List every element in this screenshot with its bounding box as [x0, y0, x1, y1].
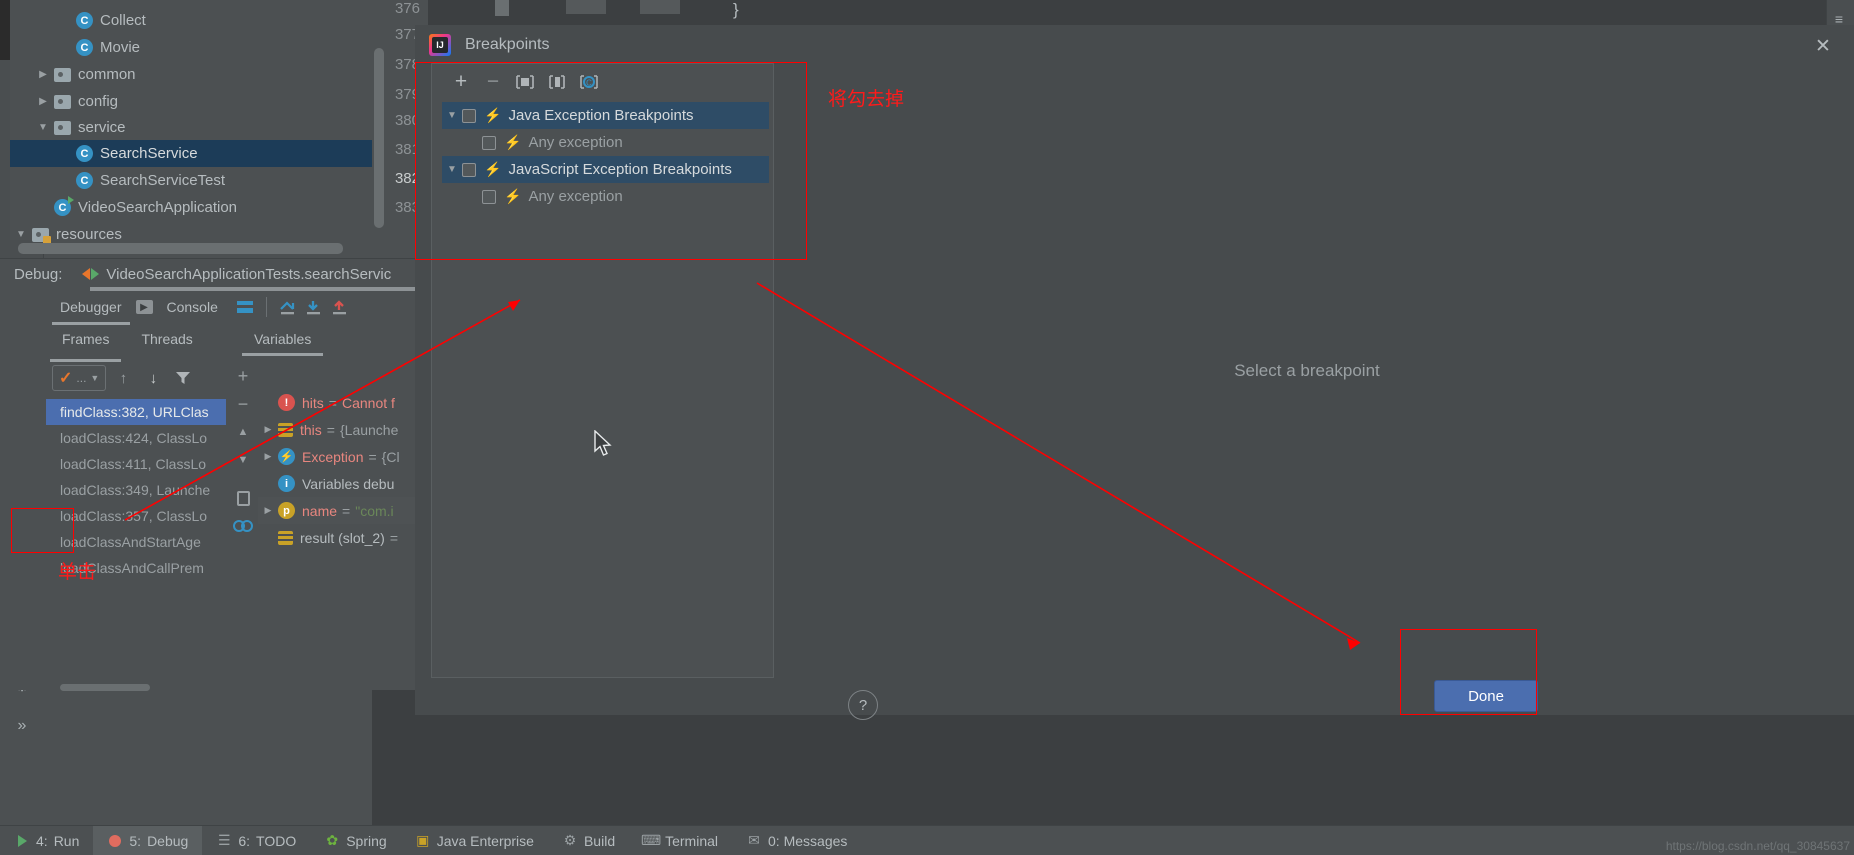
- mouse-cursor: [594, 430, 612, 456]
- annotation-box-view-breakpoints: [11, 508, 74, 553]
- ide-window: ↻ ▶9 ⇆ ▶▌ ❚❚ 📷 ⚙ »: [0, 0, 1854, 855]
- annotation-box-breakpoints-tree: [415, 62, 807, 260]
- annotation-text-uncheck: 将勾去掉: [828, 89, 905, 110]
- annotation-overlay: [124, 282, 1361, 650]
- annotation-box-done: [1400, 629, 1537, 715]
- watermark-url: https://blog.csdn.net/qq_30845637: [1665, 839, 1850, 853]
- annotation-text-click: 单击: [58, 562, 97, 583]
